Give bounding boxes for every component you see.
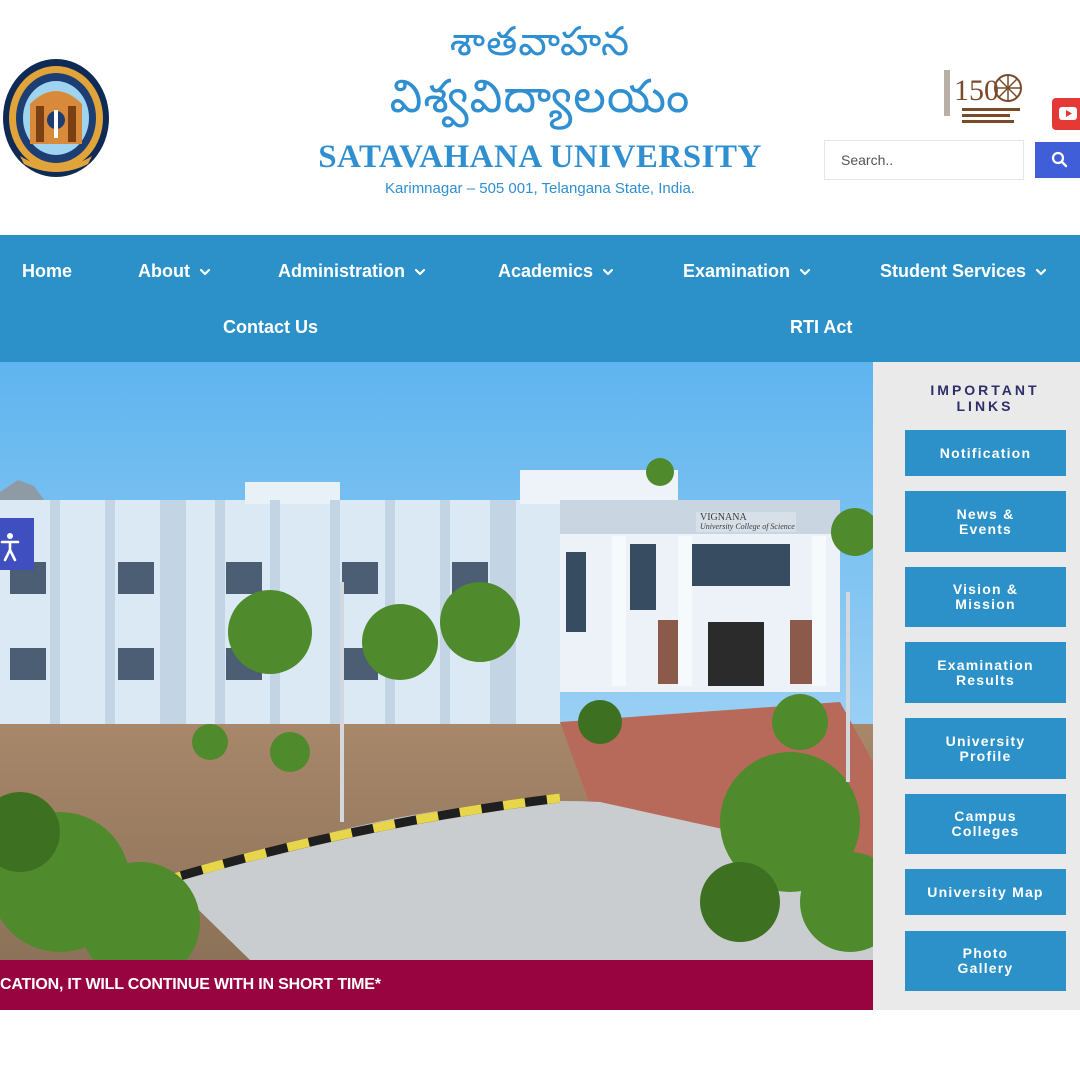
sidebar-title: IMPORTANT LINKS — [873, 382, 1080, 414]
important-links-sidebar: IMPORTANT LINKS Notification News & Event… — [873, 362, 1080, 1010]
chevron-down-icon — [799, 268, 811, 275]
link-label-2: Gallery — [957, 960, 1014, 976]
nav-student-services[interactable]: Student Services — [880, 261, 1047, 282]
campus-hero-image: VIGNANA University College of Science — [0, 362, 873, 960]
building-sign-sub: University College of Science — [700, 522, 795, 531]
link-photo-gallery[interactable]: Photo Gallery — [905, 931, 1066, 991]
link-label: Photo — [962, 945, 1009, 961]
nav-rti-act[interactable]: RTI Act — [790, 317, 852, 338]
sidebar-title-line2: LINKS — [956, 398, 1014, 414]
nav-label: RTI Act — [790, 317, 853, 337]
link-label: University Map — [927, 883, 1044, 900]
nav-label: Home — [22, 261, 73, 281]
nav-examination[interactable]: Examination — [683, 261, 811, 282]
link-label-2: Profile — [959, 747, 1012, 764]
link-label-2: Mission — [955, 596, 1016, 612]
nav-academics[interactable]: Academics — [498, 261, 614, 282]
svg-text:150: 150 — [954, 74, 999, 107]
telugu-title-line1: శాతవాహన — [449, 19, 631, 65]
link-label: University — [945, 732, 1026, 749]
nav-administration[interactable]: Administration — [278, 261, 426, 282]
link-university-map[interactable]: University Map — [905, 869, 1066, 915]
link-label: Vision & — [952, 581, 1019, 597]
link-campus-colleges[interactable]: Campus Colleges — [905, 794, 1066, 854]
telugu-title-line2: విశ్వవిద్యాలయం — [389, 69, 691, 123]
nav-label: Contact Us — [223, 317, 319, 337]
nav-label: Academics — [498, 261, 594, 281]
link-label: News & — [956, 505, 1015, 522]
link-label-2: Colleges — [951, 823, 1020, 839]
search-button[interactable] — [1035, 142, 1080, 178]
nav-label: Examination — [683, 261, 791, 281]
university-seal-icon[interactable] — [0, 56, 112, 180]
link-news-events[interactable]: News & Events — [905, 491, 1066, 552]
chevron-down-icon — [602, 268, 614, 275]
search-field — [824, 140, 1024, 180]
link-vision-mission[interactable]: Vision & Mission — [905, 567, 1066, 627]
main-navigation: Home About Administration Academics Exam… — [0, 235, 1080, 362]
nav-label: Student Services — [880, 261, 1027, 281]
nav-about[interactable]: About — [138, 261, 211, 282]
chevron-down-icon — [1035, 268, 1047, 275]
link-label-2: Events — [958, 520, 1013, 537]
youtube-icon[interactable] — [1052, 98, 1080, 130]
nav-label: About — [138, 261, 190, 281]
search-icon — [1051, 151, 1068, 168]
link-label-2: Results — [956, 671, 1015, 688]
university-address: Karimnagar – 505 001, Telangana State, I… — [385, 180, 695, 197]
ticker-text[interactable]: CATION, IT WILL CONTINUE WITH IN SHORT T… — [0, 960, 381, 1010]
sidebar-title-line1: IMPORTANT — [930, 382, 1040, 398]
accessibility-icon[interactable] — [0, 518, 34, 570]
link-examination-results[interactable]: Examination Results — [905, 642, 1066, 703]
nav-home[interactable]: Home — [22, 261, 72, 282]
link-label: Notification — [939, 444, 1032, 461]
link-label: Examination — [937, 656, 1034, 673]
page: శాతవాహన విశ్వవిద్యాలయం SATAVAHANA UNIVER… — [0, 0, 1080, 1075]
link-university-profile[interactable]: University Profile — [905, 718, 1066, 779]
nav-label: Administration — [278, 261, 406, 281]
search-input[interactable] — [825, 141, 1023, 179]
link-notification[interactable]: Notification — [905, 430, 1066, 476]
link-label: Campus — [954, 808, 1017, 824]
university-name: SATAVAHANA UNIVERSITY — [318, 139, 762, 175]
site-header: శాతవాహన విశ్వవిద్యాలయం SATAVAHANA UNIVER… — [0, 0, 1080, 235]
university-branding: శాతవాహన విశ్వవిద్యాలయం SATAVAHANA UNIVER… — [300, 18, 780, 198]
chevron-down-icon — [199, 268, 211, 275]
nav-contact-us[interactable]: Contact Us — [223, 317, 318, 338]
150-years-mahatma-icon: 150 — [940, 66, 1026, 128]
chevron-down-icon — [414, 268, 426, 275]
announcement-ticker: CATION, IT WILL CONTINUE WITH IN SHORT T… — [0, 960, 873, 1010]
